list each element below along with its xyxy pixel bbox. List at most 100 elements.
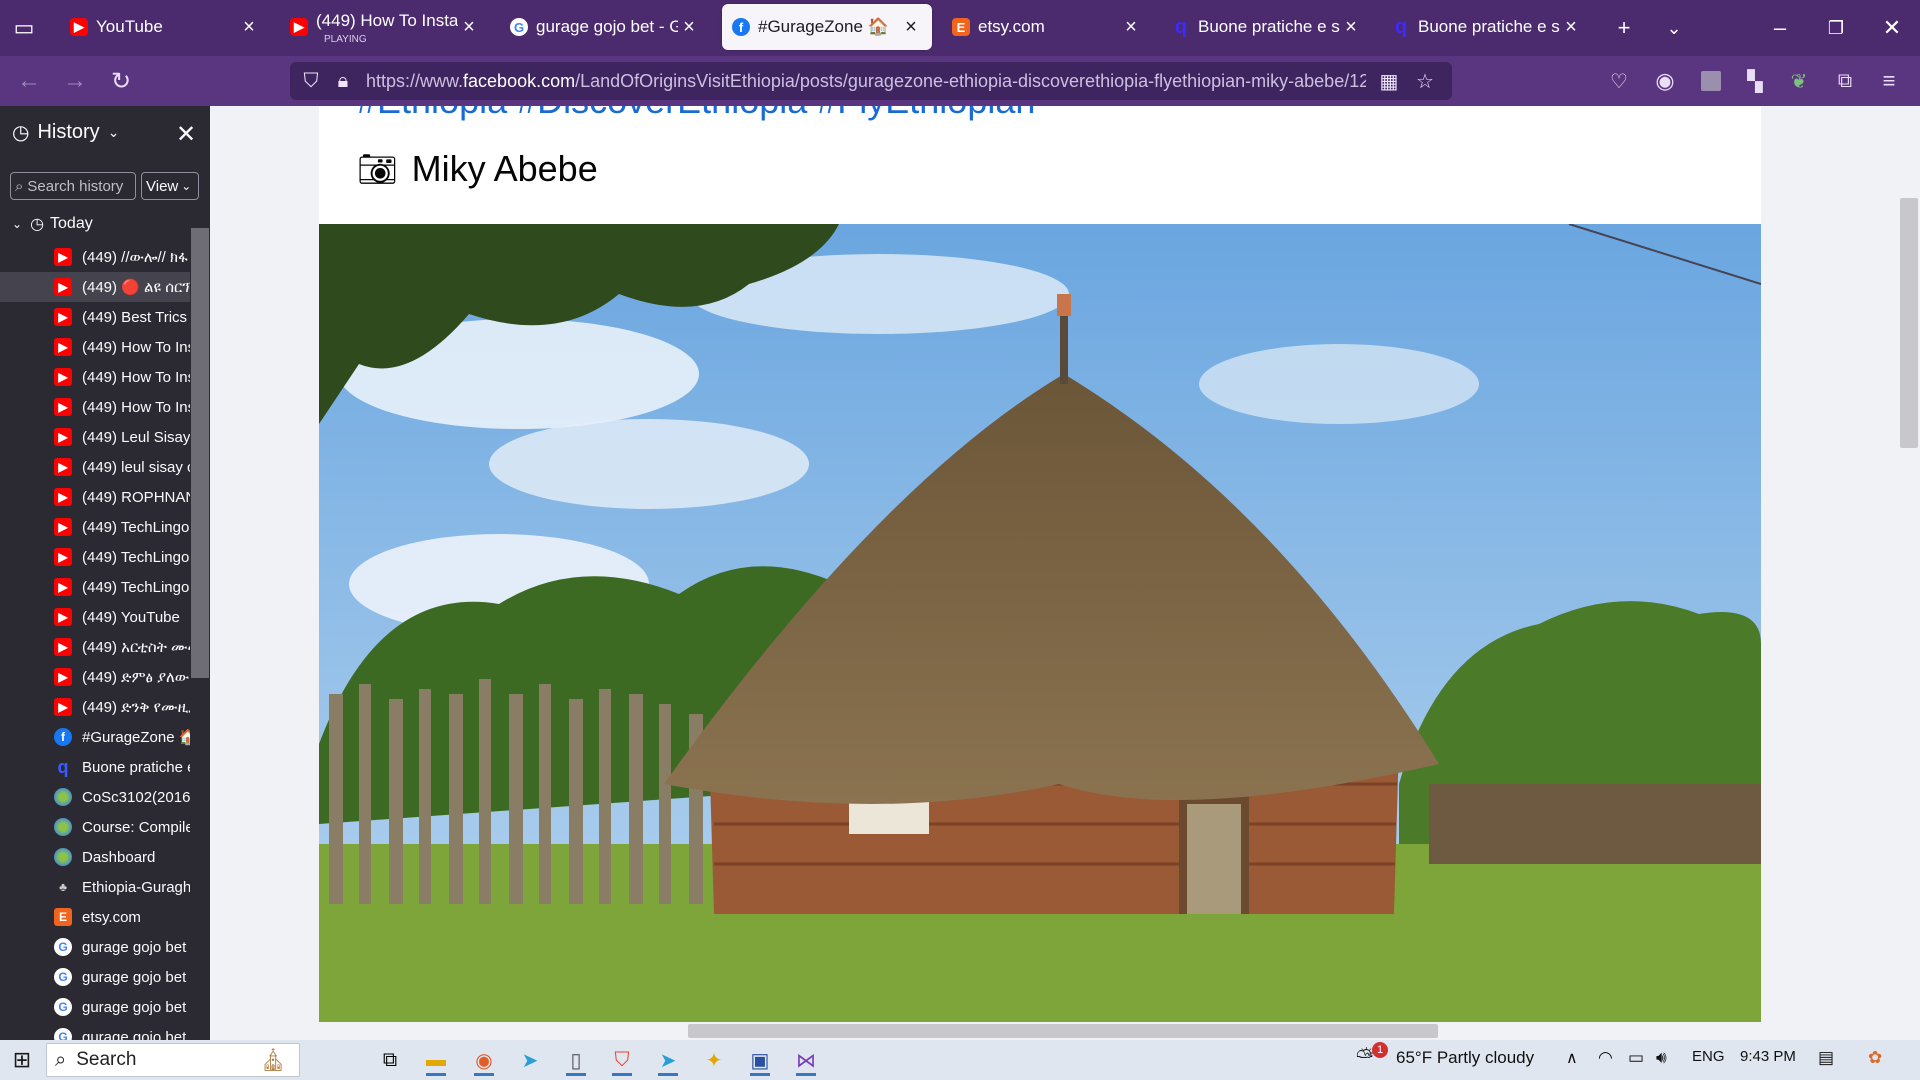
telegram-desktop-icon[interactable]: ➤ bbox=[650, 1044, 686, 1076]
history-item[interactable]: ▶ (449) ድንቅ የሙዚቃ bbox=[0, 692, 190, 722]
history-item[interactable]: ▶ (449) How To Ins bbox=[0, 332, 190, 362]
history-item[interactable]: ▶ (449) Best Trics o bbox=[0, 302, 190, 332]
history-item[interactable]: ▶ (449) ROPHNAN bbox=[0, 482, 190, 512]
tab-google-search[interactable]: G gurage gojo bet - Goo × bbox=[500, 4, 710, 50]
input-language[interactable]: ENG bbox=[1692, 1048, 1725, 1065]
terminal-app-icon[interactable]: ▣ bbox=[742, 1044, 778, 1076]
history-item[interactable]: q Buone pratiche e bbox=[0, 752, 191, 782]
network-icon[interactable]: ◠ bbox=[1598, 1048, 1613, 1068]
battery-icon[interactable]: ▭ bbox=[1628, 1048, 1644, 1068]
copilot-icon[interactable]: ✿ bbox=[1868, 1048, 1882, 1068]
close-tab-icon[interactable]: × bbox=[1120, 16, 1142, 39]
history-item[interactable]: Eetsy.com bbox=[0, 902, 190, 932]
task-view-icon[interactable]: ⧉ bbox=[372, 1044, 408, 1076]
history-sidebar-header[interactable]: ◷ History ⌄ bbox=[12, 120, 119, 145]
list-tabs-chevron-icon[interactable]: ⌄ bbox=[1654, 8, 1694, 48]
history-item[interactable]: Ggurage gojo bet bbox=[0, 932, 190, 962]
firefox-icon[interactable]: ◉ bbox=[466, 1044, 502, 1076]
bookmark-star-icon[interactable]: ☆ bbox=[1412, 68, 1438, 94]
search-history-input[interactable]: ⌕ Search history bbox=[10, 172, 136, 200]
history-item[interactable]: ▶ (449) ድምፅ ያለው ክ bbox=[0, 662, 190, 692]
history-item[interactable]: Course: Compiler bbox=[0, 812, 190, 842]
qr-code-icon[interactable]: ▦ bbox=[1376, 68, 1402, 94]
tab-buone-pratiche-1[interactable]: q Buone pratiche e sape × bbox=[1162, 4, 1372, 50]
close-window-icon[interactable]: ✕ bbox=[1872, 8, 1912, 48]
tab-manager-icon[interactable]: ▭ bbox=[4, 8, 44, 48]
close-tab-icon[interactable]: × bbox=[238, 16, 260, 39]
forward-arrow-icon[interactable]: → bbox=[58, 64, 92, 98]
close-tab-icon[interactable]: × bbox=[678, 16, 700, 39]
weather-icon[interactable]: ⛅︎ bbox=[1356, 1044, 1374, 1070]
history-item[interactable]: ▶ (449) Leul Sisay - bbox=[0, 422, 190, 452]
view-menu-button[interactable]: View ⌄ bbox=[141, 172, 199, 200]
search-icon: ⌕ bbox=[55, 1048, 67, 1071]
minimize-icon[interactable]: – bbox=[1760, 8, 1800, 48]
tab-buone-pratiche-2[interactable]: q Buone pratiche e sape × bbox=[1382, 4, 1592, 50]
url-text[interactable]: https://www.facebook.com/LandOfOriginsVi… bbox=[366, 71, 1366, 92]
weather-text[interactable]: 65°F Partly cloudy bbox=[1396, 1048, 1534, 1068]
telegram-icon[interactable]: ➤ bbox=[512, 1044, 548, 1076]
page-vertical-scrollbar-thumb[interactable] bbox=[1900, 198, 1918, 448]
history-item[interactable]: ▶ (449) TechLingo . bbox=[0, 512, 190, 542]
history-group-today[interactable]: ⌄ ◷ Today bbox=[12, 214, 93, 234]
chevron-down-icon: ⌄ bbox=[181, 179, 192, 193]
address-bar[interactable]: ⛉ 🔒︎ https://www.facebook.com/LandOfOrig… bbox=[290, 62, 1452, 100]
menu-hamburger-icon[interactable]: ≡ bbox=[1872, 64, 1906, 98]
reload-icon[interactable]: ↻ bbox=[104, 64, 138, 98]
post-photo-thatched-hut[interactable] bbox=[319, 224, 1761, 1024]
close-tab-icon[interactable]: × bbox=[458, 16, 480, 39]
taskbar-search-box[interactable]: ⌕ Search ⛪︎ bbox=[46, 1043, 300, 1077]
history-item[interactable]: ▶ (449) TechLingo . bbox=[0, 572, 190, 602]
history-item[interactable]: ▶ (449) //ውሎ// ክፋ bbox=[0, 242, 190, 272]
history-item[interactable]: Ggurage gojo bet bbox=[0, 962, 190, 992]
extension-square-icon[interactable] bbox=[1694, 64, 1728, 98]
history-item[interactable]: Ggurage gojo bet bbox=[0, 1022, 190, 1042]
page-horizontal-scrollbar-thumb[interactable] bbox=[688, 1024, 1438, 1038]
history-item[interactable]: ▶ (449) አርቲስት ሙላለ bbox=[0, 632, 190, 662]
close-tab-icon[interactable]: × bbox=[1340, 16, 1362, 39]
tab-etsy[interactable]: E etsy.com × bbox=[942, 4, 1152, 50]
file-explorer-icon[interactable]: ▬ bbox=[418, 1044, 454, 1076]
history-item[interactable]: f #GurageZone 🏠 bbox=[0, 722, 190, 752]
tab-guragezone[interactable]: f #GurageZone 🏠 × bbox=[722, 4, 932, 50]
color-app-icon[interactable]: ✦ bbox=[696, 1044, 732, 1076]
tracking-shield-icon[interactable]: ⛉ bbox=[298, 68, 324, 94]
post-hashtags[interactable]: #Ethiopia #DiscoverEthiopia #FlyEthiopia… bbox=[357, 106, 1035, 122]
history-item[interactable]: ▶ (449) How To Ins bbox=[0, 362, 190, 392]
tab-youtube[interactable]: ▶ YouTube × bbox=[60, 4, 270, 50]
extension-leaf-icon[interactable]: ❦ bbox=[1782, 64, 1816, 98]
restore-icon[interactable]: ❐ bbox=[1816, 8, 1856, 48]
new-tab-icon[interactable]: + bbox=[1604, 8, 1644, 48]
close-sidebar-icon[interactable]: ✕ bbox=[176, 120, 196, 149]
windows-start-icon[interactable]: ⊞ bbox=[4, 1044, 40, 1076]
back-arrow-icon[interactable]: ← bbox=[12, 64, 46, 98]
close-tab-icon[interactable]: × bbox=[900, 16, 922, 39]
history-item[interactable]: Ggurage gojo bet bbox=[0, 992, 190, 1022]
brave-icon[interactable]: ⛉ bbox=[604, 1044, 640, 1076]
visual-studio-icon[interactable]: ⋈ bbox=[788, 1044, 824, 1076]
close-tab-icon[interactable]: × bbox=[1560, 16, 1582, 39]
facebook-icon: f bbox=[54, 728, 72, 746]
history-item[interactable]: ♣ Ethiopia-Guragh. bbox=[0, 872, 190, 902]
history-item-label: (449) Best Trics o bbox=[82, 308, 190, 326]
history-item[interactable]: ▶ (449) YouTube bbox=[0, 602, 190, 632]
history-item[interactable]: ▶ (449) TechLingo . bbox=[0, 542, 190, 572]
notepad-icon[interactable]: ▯ bbox=[558, 1044, 594, 1076]
account-icon[interactable]: ◉ bbox=[1648, 64, 1682, 98]
history-item[interactable]: ▶ (449) How To Ins bbox=[0, 392, 190, 422]
volume-icon[interactable]: 🔊︎ bbox=[1656, 1048, 1667, 1068]
tab-how-to-install[interactable]: ▶ (449) How To Install Tl PLAYING × bbox=[280, 4, 490, 50]
history-item[interactable]: CoSc3102(2016): bbox=[0, 782, 190, 812]
lock-icon[interactable]: 🔒︎ bbox=[330, 68, 356, 94]
history-item[interactable]: ▶ (449) leul sisay c. bbox=[0, 452, 190, 482]
history-item[interactable]: Dashboard bbox=[0, 842, 190, 872]
history-item[interactable]: ▶ (449) 🔴 ልዩ ሰርፕ bbox=[0, 272, 190, 302]
history-item-label: (449) How To Ins bbox=[82, 398, 190, 416]
pocket-icon[interactable]: ♡ bbox=[1602, 64, 1636, 98]
notifications-icon[interactable]: ▤ bbox=[1818, 1048, 1834, 1068]
apps-grid-icon[interactable]: ▚ bbox=[1738, 64, 1772, 98]
show-hidden-icons-chevron-icon[interactable]: ∧ bbox=[1566, 1048, 1578, 1068]
clock-time[interactable]: 9:43 PM bbox=[1740, 1048, 1796, 1065]
extensions-puzzle-icon[interactable]: ⧉ bbox=[1828, 64, 1862, 98]
sidebar-scrollbar-thumb[interactable] bbox=[191, 228, 209, 678]
